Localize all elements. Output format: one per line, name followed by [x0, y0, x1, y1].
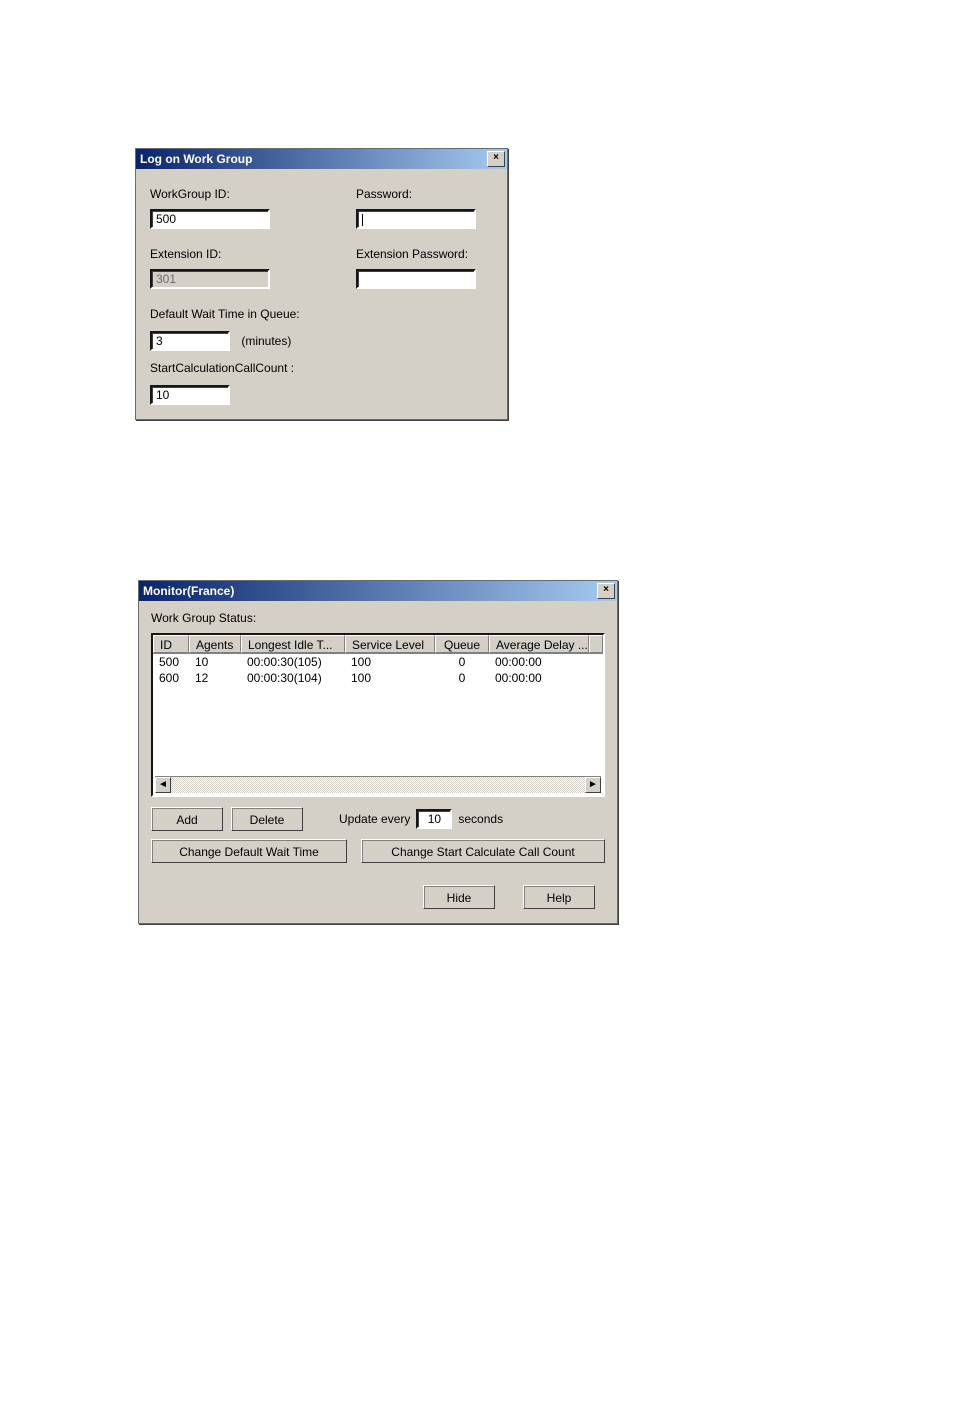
default-wait-unit: (minutes): [241, 334, 291, 348]
table-row[interactable]: 600 12 00:00:30(104) 100 0 00:00:00: [153, 670, 603, 686]
logon-titlebar[interactable]: Log on Work Group ×: [136, 149, 507, 169]
scroll-left-icon[interactable]: ◄: [155, 777, 171, 793]
scroll-track[interactable]: [171, 777, 585, 793]
monitor-titlebar[interactable]: Monitor(France) ×: [139, 581, 617, 601]
add-button[interactable]: Add: [151, 807, 223, 831]
default-wait-label: Default Wait Time in Queue:: [150, 307, 493, 321]
change-start-calc-button[interactable]: Change Start Calculate Call Count: [361, 839, 605, 863]
default-wait-input[interactable]: 3: [150, 331, 230, 351]
logon-title: Log on Work Group: [140, 152, 487, 166]
extension-id-input: 301: [150, 269, 270, 289]
extension-password-label: Extension Password:: [356, 247, 526, 261]
list-header: ID Agents Longest Idle T... Service Leve…: [153, 635, 603, 654]
extension-id-label: Extension ID:: [150, 247, 320, 261]
start-calc-input[interactable]: 10: [150, 385, 230, 405]
password-label: Password:: [356, 187, 526, 201]
change-default-wait-button[interactable]: Change Default Wait Time: [151, 839, 347, 863]
close-icon[interactable]: ×: [487, 151, 505, 167]
scroll-right-icon[interactable]: ►: [585, 777, 601, 793]
table-row[interactable]: 500 10 00:00:30(105) 100 0 00:00:00: [153, 654, 603, 670]
monitor-window: Monitor(France) × Work Group Status: ID …: [138, 580, 618, 924]
col-idle[interactable]: Longest Idle T...: [241, 635, 345, 653]
col-service-level[interactable]: Service Level: [345, 635, 435, 653]
update-seconds-label: seconds: [458, 812, 503, 826]
col-avg-delay[interactable]: Average Delay ...: [489, 635, 589, 653]
col-id[interactable]: ID: [153, 635, 189, 653]
horizontal-scrollbar[interactable]: ◄ ►: [155, 776, 601, 793]
col-spacer: [589, 635, 603, 653]
close-icon[interactable]: ×: [597, 583, 615, 599]
col-queue[interactable]: Queue: [435, 635, 489, 653]
help-button[interactable]: Help: [523, 885, 595, 909]
monitor-title: Monitor(France): [143, 584, 597, 598]
password-input[interactable]: [356, 209, 476, 229]
text-caret-icon: [362, 214, 363, 226]
delete-button[interactable]: Delete: [231, 807, 303, 831]
workgroup-status-label: Work Group Status:: [151, 611, 605, 625]
extension-password-input[interactable]: [356, 269, 476, 289]
workgroup-id-label: WorkGroup ID:: [150, 187, 320, 201]
update-interval-input[interactable]: 10: [416, 809, 452, 829]
hide-button[interactable]: Hide: [423, 885, 495, 909]
start-calc-label: StartCalculationCallCount :: [150, 361, 493, 375]
update-every-label: Update every: [339, 812, 410, 826]
logon-dialog: Log on Work Group × WorkGroup ID: 500 Pa…: [135, 148, 508, 420]
workgroup-id-input[interactable]: 500: [150, 209, 270, 229]
workgroup-status-list[interactable]: ID Agents Longest Idle T... Service Leve…: [151, 633, 605, 797]
col-agents[interactable]: Agents: [189, 635, 241, 653]
